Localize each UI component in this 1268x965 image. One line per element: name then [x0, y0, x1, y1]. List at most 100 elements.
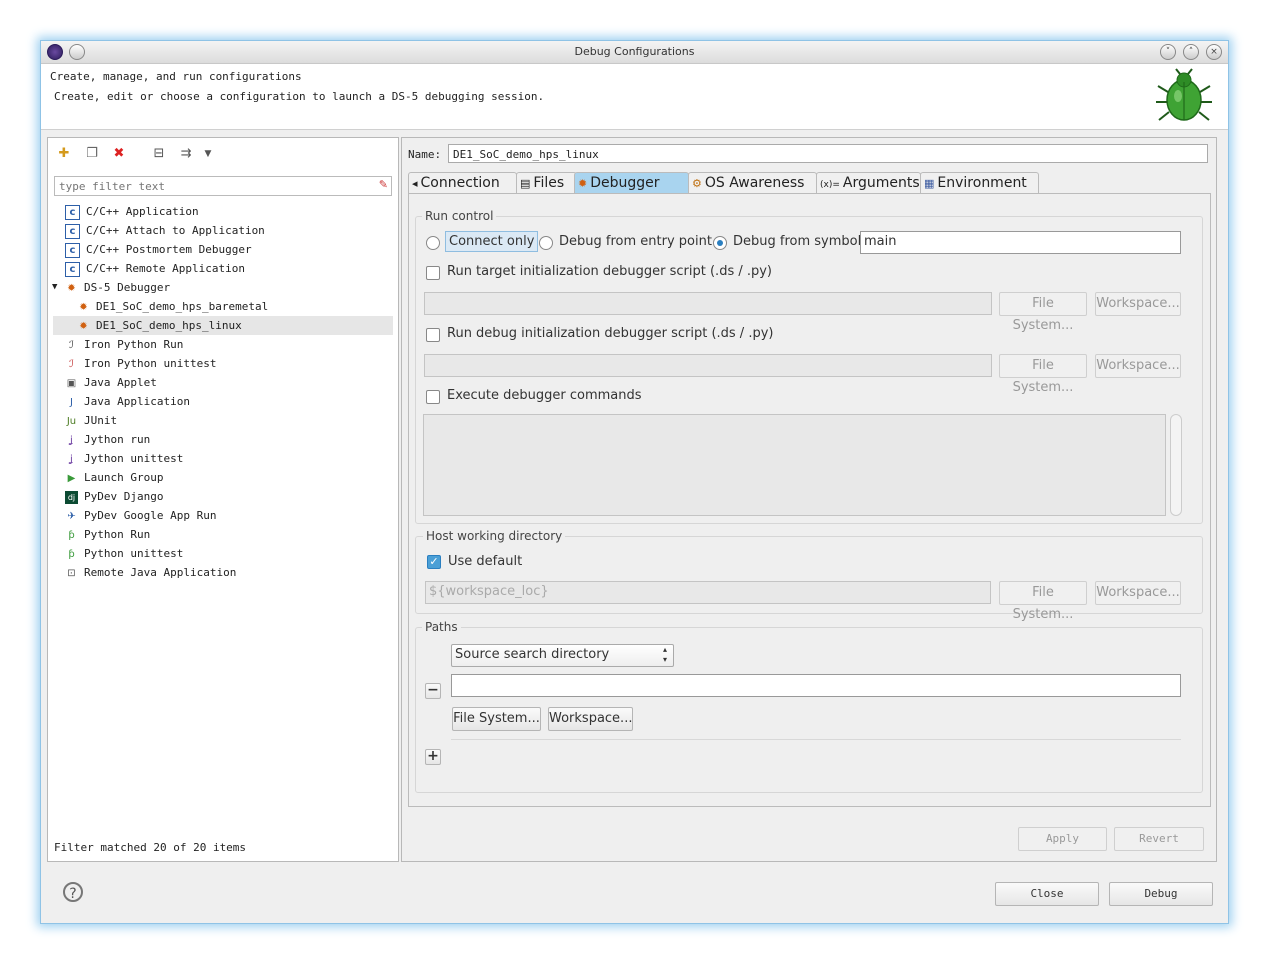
- tab-connection[interactable]: ◂ Connection: [408, 172, 517, 193]
- ds5-config-icon: ✹: [79, 301, 88, 313]
- tree-item[interactable]: ʝ Jython unittest: [53, 449, 393, 468]
- host-dir-file-system-button[interactable]: File System...: [999, 581, 1087, 622]
- revert-button[interactable]: Revert: [1114, 827, 1204, 851]
- delete-configuration-icon[interactable]: ✖: [111, 146, 127, 162]
- duplicate-configuration-icon[interactable]: ❐: [84, 146, 100, 162]
- iron-python-icon: ℐ: [69, 339, 74, 351]
- tree-item-label: PyDev Django: [84, 490, 164, 503]
- debug-from-entry-label[interactable]: Debug from entry point: [559, 234, 712, 249]
- django-icon: dj: [65, 490, 78, 504]
- maximize-button[interactable]: ˄: [1183, 44, 1199, 60]
- debug-from-symbol-radio[interactable]: [713, 236, 727, 250]
- debug-from-symbol-label[interactable]: Debug from symbol: [733, 234, 861, 249]
- window-title: Debug Configurations: [574, 45, 695, 58]
- name-field[interactable]: DE1_SoC_demo_hps_linux: [448, 144, 1208, 163]
- tree-item-label: C/C++ Application: [86, 205, 199, 218]
- debug-script-label: Run debug initialization debugger script…: [447, 326, 774, 341]
- new-configuration-icon[interactable]: ✚: [56, 146, 72, 162]
- tree-item[interactable]: ▼ ✹ DS-5 Debugger: [52, 278, 393, 297]
- tree-item[interactable]: Ju JUnit: [53, 411, 393, 430]
- apply-button[interactable]: Apply: [1018, 827, 1107, 851]
- python-unittest-icon: ƥ: [68, 548, 75, 560]
- add-path-button[interactable]: +: [425, 749, 441, 765]
- filter-configurations-icon[interactable]: ⇉: [178, 146, 194, 162]
- tree-item[interactable]: c C/C++ Attach to Application: [53, 221, 393, 240]
- tree-item-label: Java Applet: [84, 376, 157, 389]
- symbol-input[interactable]: main: [860, 231, 1181, 254]
- tree-item[interactable]: c C/C++ Remote Application: [53, 259, 393, 278]
- tree-item[interactable]: c C/C++ Postmortem Debugger: [53, 240, 393, 259]
- tree-item[interactable]: ✈ PyDev Google App Run: [53, 506, 393, 525]
- tree-item[interactable]: ▶ Launch Group: [53, 468, 393, 487]
- tab-files[interactable]: ▤ Files: [516, 172, 577, 193]
- launch-group-icon: ▶: [67, 472, 76, 484]
- paths-file-system-button[interactable]: File System...: [452, 707, 541, 731]
- tree-item[interactable]: J Java Application: [53, 392, 393, 411]
- use-default-checkbox[interactable]: ✓: [427, 555, 441, 569]
- collapse-all-icon[interactable]: ⊟: [151, 146, 167, 162]
- iron-python-unittest-icon: ℐ: [69, 358, 74, 370]
- c-remote-icon: c: [65, 261, 80, 277]
- expand-arrow-icon[interactable]: ▼: [52, 278, 57, 297]
- target-script-workspace-button[interactable]: Workspace...: [1095, 292, 1181, 316]
- name-label: Name:: [408, 148, 442, 161]
- remove-path-button[interactable]: −: [425, 683, 441, 699]
- tab-environment[interactable]: ▦ Environment: [920, 172, 1039, 193]
- debug-script-file-system-button[interactable]: File System...: [999, 354, 1087, 395]
- tab-bar: ◂ Connection ▤ Files ✹ Debugger ⚙ OS Awarene…: [408, 172, 1208, 194]
- filter-input[interactable]: [55, 177, 363, 195]
- tab-debugger[interactable]: ✹ Debugger: [574, 172, 689, 193]
- execute-commands-checkbox[interactable]: [426, 390, 440, 404]
- connect-only-label[interactable]: Connect only: [445, 231, 539, 252]
- debug-button[interactable]: Debug: [1109, 882, 1213, 906]
- view-menu-icon[interactable]: ▼: [200, 146, 216, 162]
- close-window-button[interactable]: ×: [1206, 44, 1222, 60]
- dialog-button-bar: ? Close Debug: [41, 867, 1228, 923]
- tree-item[interactable]: ƥ Python Run: [53, 525, 393, 544]
- tab-os-awareness[interactable]: ⚙ OS Awareness: [688, 172, 817, 193]
- source-search-select[interactable]: Source search directory ▴ ▾: [451, 644, 674, 667]
- minimize-button[interactable]: ˅: [1160, 44, 1176, 60]
- run-control-title: Run control: [422, 209, 497, 223]
- tree-item[interactable]: ⊡ Remote Java Application: [53, 563, 393, 582]
- connect-only-radio[interactable]: [426, 236, 440, 250]
- tree-item[interactable]: c C/C++ Application: [53, 202, 393, 221]
- jython-unittest-icon: ʝ: [70, 453, 73, 465]
- close-button[interactable]: Close: [995, 882, 1099, 906]
- target-script-file-system-button[interactable]: File System...: [999, 292, 1087, 333]
- debug-script-workspace-button[interactable]: Workspace...: [1095, 354, 1181, 378]
- paths-workspace-button[interactable]: Workspace...: [548, 707, 633, 731]
- source-path-input[interactable]: [451, 674, 1181, 697]
- tree-item[interactable]: ʝ Jython run: [53, 430, 393, 449]
- tree-item-label: Iron Python Run: [84, 338, 184, 351]
- target-script-label: Run target initialization debugger scrip…: [447, 264, 773, 279]
- ds5-config-icon: ✹: [79, 320, 88, 332]
- help-icon[interactable]: ?: [63, 882, 83, 902]
- tree-item[interactable]: ✹ DE1_SoC_demo_hps_linux: [53, 316, 393, 335]
- jython-icon: ʝ: [70, 434, 73, 446]
- commands-scrollbar[interactable]: [1170, 414, 1182, 516]
- debug-script-checkbox[interactable]: [426, 328, 440, 342]
- filter-input-box[interactable]: ✎: [54, 176, 392, 196]
- tree-item[interactable]: dj PyDev Django: [53, 487, 393, 506]
- debug-from-entry-radio[interactable]: [539, 236, 553, 250]
- tree-item[interactable]: ℐ Iron Python unittest: [53, 354, 393, 373]
- tree-item[interactable]: ✹ DE1_SoC_demo_hps_baremetal: [53, 297, 393, 316]
- files-icon: ▤: [520, 177, 531, 190]
- tree-item-label: Jython unittest: [84, 452, 184, 465]
- use-default-label: Use default: [448, 554, 523, 569]
- tree-item[interactable]: ▣ Java Applet: [53, 373, 393, 392]
- target-script-checkbox[interactable]: [426, 266, 440, 280]
- connection-icon: ◂: [412, 177, 418, 190]
- tab-arguments[interactable]: (x)= Arguments: [816, 172, 921, 193]
- tree-item-label: Iron Python unittest: [84, 357, 217, 370]
- tree-item-label: C/C++ Postmortem Debugger: [86, 243, 252, 256]
- host-dir-workspace-button[interactable]: Workspace...: [1095, 581, 1181, 605]
- tree-item-label: Launch Group: [84, 471, 164, 484]
- tree-item[interactable]: ƥ Python unittest: [53, 544, 393, 563]
- tree-item[interactable]: ℐ Iron Python Run: [53, 335, 393, 354]
- tree-item-label: Jython run: [84, 433, 151, 446]
- execute-commands-label: Execute debugger commands: [447, 388, 642, 403]
- debugger-commands-textarea[interactable]: [423, 414, 1166, 516]
- clear-filter-icon[interactable]: ✎: [379, 178, 388, 191]
